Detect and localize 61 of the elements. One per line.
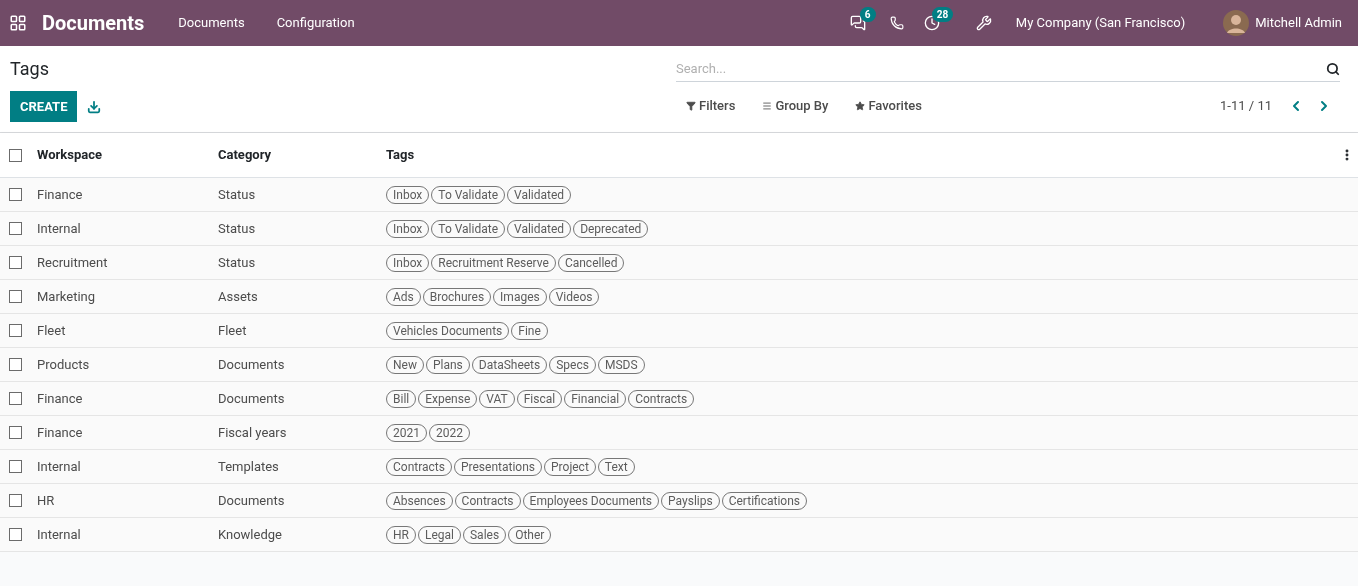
- search-icon[interactable]: [1326, 61, 1340, 76]
- phone-icon[interactable]: [889, 16, 904, 30]
- app-title[interactable]: Documents: [42, 8, 145, 38]
- table-cell-text: HR: [37, 491, 56, 510]
- checkbox[interactable]: [9, 460, 22, 473]
- table-cell-text: Fleet: [218, 321, 248, 340]
- search-field[interactable]: Search...: [676, 58, 1326, 79]
- checkbox[interactable]: [9, 324, 22, 337]
- table-cell-text: Internal: [37, 525, 82, 544]
- checkbox[interactable]: [9, 392, 22, 405]
- column-header[interactable]: Workspace: [37, 145, 218, 165]
- filter-dropdown[interactable]: Filters: [686, 96, 736, 116]
- table-cell-text: Finance: [37, 185, 84, 204]
- column-header[interactable]: Tags: [386, 145, 415, 165]
- table-cell-text: Fiscal years: [218, 423, 288, 442]
- table-cell-text: Templates: [218, 457, 280, 476]
- filter-dropdown[interactable]: Favorites: [855, 96, 922, 116]
- table-cell-text: Status: [218, 219, 257, 238]
- table-cell-text: Marketing: [37, 287, 97, 306]
- filter-dropdown[interactable]: Group By: [762, 96, 829, 116]
- checkbox[interactable]: [9, 188, 22, 201]
- table-cell-text: Finance: [37, 423, 84, 442]
- table-cell-text: Fleet: [37, 321, 67, 340]
- table-cell-text: Documents: [218, 491, 286, 510]
- table-cell-text: Finance: [37, 389, 84, 408]
- checkbox[interactable]: [9, 148, 22, 162]
- menu-item[interactable]: Configuration: [260, 13, 371, 33]
- table-cell-text: Documents: [218, 389, 286, 408]
- user-avatar[interactable]: [1223, 10, 1250, 36]
- download-icon[interactable]: [87, 99, 102, 114]
- checkbox[interactable]: [9, 358, 22, 371]
- table-cell-text: Recruitment: [37, 253, 109, 272]
- table-cell-text: Status: [218, 253, 257, 272]
- chat-icon[interactable]: [849, 15, 866, 31]
- menu-item[interactable]: Documents: [162, 13, 261, 33]
- table-cell-text: Internal: [37, 219, 82, 238]
- company-switcher[interactable]: My Company (San Francisco): [1015, 13, 1186, 33]
- table-cell-text: Internal: [37, 457, 82, 476]
- checkbox[interactable]: [9, 222, 22, 235]
- table-cell-text: Products: [37, 355, 91, 374]
- notification-count: 6: [859, 7, 876, 22]
- checkbox[interactable]: [9, 494, 22, 507]
- star-icon: [855, 100, 866, 111]
- checkbox[interactable]: [9, 426, 22, 439]
- filter-icon: [686, 100, 696, 111]
- table-cell-text: Documents: [218, 355, 286, 374]
- apps-menu-icon[interactable]: [9, 14, 27, 32]
- table-cell-text: Knowledge: [218, 525, 283, 544]
- tools-icon[interactable]: [975, 15, 992, 31]
- pager-value[interactable]: 1-11 / 11: [1220, 96, 1272, 116]
- checkbox[interactable]: [9, 290, 22, 303]
- checkbox[interactable]: [9, 256, 22, 269]
- checkbox[interactable]: [9, 528, 22, 541]
- create-button[interactable]: CREATE: [10, 91, 78, 122]
- list-icon: [762, 100, 773, 111]
- user-name[interactable]: Mitchell Admin: [1255, 13, 1342, 33]
- column-header[interactable]: Category: [218, 145, 386, 165]
- table-cell-text: Status: [218, 185, 257, 204]
- page-title: Tags: [10, 58, 50, 80]
- table-cell-text: Assets: [218, 287, 259, 306]
- notification-count: 28: [931, 7, 954, 22]
